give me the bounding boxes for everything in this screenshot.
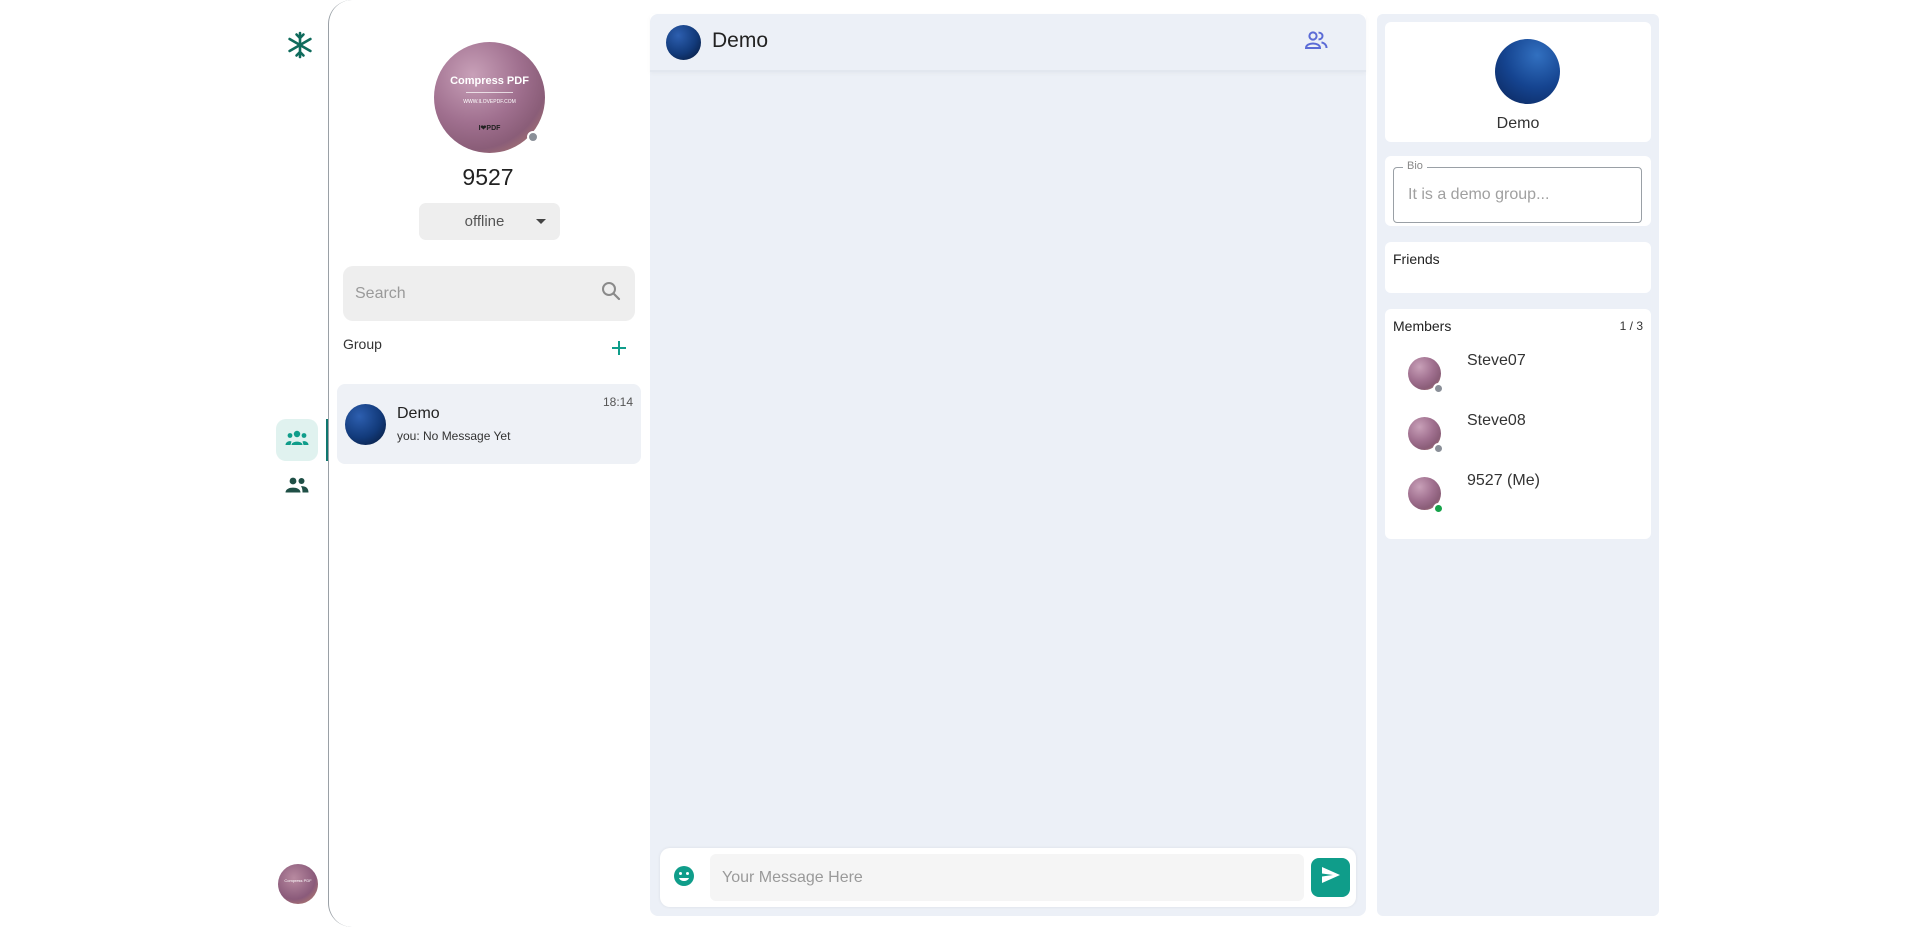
emoji-button[interactable] — [672, 865, 696, 892]
chat-avatar[interactable] — [666, 25, 701, 60]
profile-name: 9527 — [462, 164, 514, 190]
chat-header: Demo — [650, 14, 1366, 72]
chat-title: Demo — [712, 29, 769, 52]
send-icon — [1320, 864, 1342, 891]
bio-card: Bio — [1385, 156, 1651, 226]
group-name: Demo — [1496, 115, 1540, 132]
avatar-watermark-title: Compress PDF — [450, 75, 529, 87]
members-toggle-button[interactable] — [1303, 29, 1329, 55]
bio-input[interactable] — [1395, 169, 1640, 221]
avatar-watermark-logo: I❤PDF — [478, 125, 501, 132]
member-name: Steve07 — [1467, 352, 1526, 369]
member-row[interactable]: Steve08 — [1393, 412, 1643, 460]
presence-dot — [527, 131, 539, 143]
groups-nav-button[interactable] — [276, 419, 318, 461]
member-count: 1 / 3 — [1619, 319, 1643, 333]
chat-app: Compress PDF Compress PDF WWW.ILOVEPDF.C… — [0, 0, 1918, 927]
user-avatar[interactable]: Compress PDF — [278, 864, 318, 904]
friends-nav-button[interactable] — [276, 466, 318, 508]
member-row[interactable]: Steve07 — [1393, 352, 1643, 400]
snowflake-icon[interactable] — [285, 30, 315, 60]
status-select[interactable]: offline — [419, 203, 560, 240]
conversation-preview: you: No Message Yet — [397, 429, 511, 443]
search-icon[interactable] — [601, 281, 621, 306]
message-input[interactable] — [710, 854, 1304, 901]
plus-icon — [611, 340, 627, 361]
members-label: Members — [1393, 318, 1452, 334]
conversation-item[interactable]: Demo you: No Message Yet 18:14 — [337, 384, 641, 464]
group-info-panel: Demo Bio Friends Members 1 / 3 Steve07 S… — [1377, 14, 1659, 916]
members-icon — [1304, 30, 1328, 55]
status-value: offline — [464, 213, 505, 230]
group-icon — [285, 430, 309, 451]
bio-field: Bio — [1393, 160, 1642, 223]
section-label: Group — [343, 336, 382, 352]
search-input[interactable] — [355, 284, 601, 303]
chat-panel: Demo — [650, 14, 1366, 916]
people-icon — [285, 477, 309, 498]
profile-avatar[interactable]: Compress PDF WWW.ILOVEPDF.COM I❤PDF — [434, 42, 545, 153]
presence-dot — [1433, 443, 1444, 454]
member-name: 9527 (Me) — [1467, 472, 1540, 489]
presence-dot — [1433, 503, 1444, 514]
presence-dot — [1433, 383, 1444, 394]
add-group-button[interactable] — [608, 339, 630, 361]
avatar-watermark-url: WWW.ILOVEPDF.COM — [463, 99, 516, 105]
send-button[interactable] — [1311, 858, 1350, 897]
conversation-avatar — [345, 404, 386, 445]
members-card: Members 1 / 3 Steve07 Steve08 9527 (Me) — [1385, 309, 1651, 539]
avatar-divider — [466, 92, 513, 93]
search-box — [343, 266, 635, 321]
chevron-down-icon — [536, 219, 546, 224]
member-row[interactable]: 9527 (Me) — [1393, 472, 1643, 520]
friends-label: Friends — [1393, 251, 1440, 267]
friends-card: Friends — [1385, 242, 1651, 293]
emoji-icon — [673, 865, 695, 892]
conversation-name: Demo — [397, 405, 440, 422]
member-name: Steve08 — [1467, 412, 1526, 429]
group-avatar[interactable] — [1495, 39, 1560, 104]
message-composer — [660, 848, 1356, 907]
group-header-card: Demo — [1385, 22, 1651, 142]
conversation-time: 18:14 — [602, 395, 633, 409]
avatar-watermark: Compress PDF — [284, 878, 312, 883]
